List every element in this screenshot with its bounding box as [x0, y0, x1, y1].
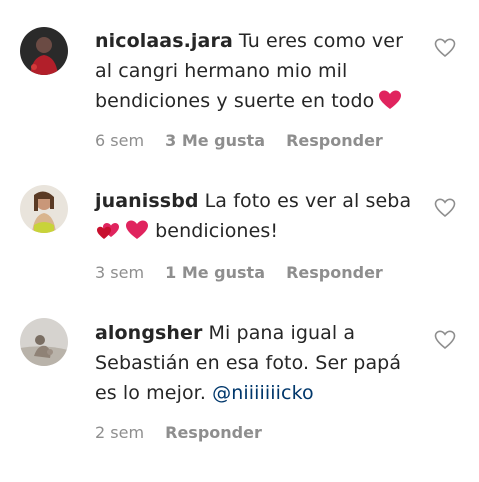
comment-text: nicolaas.jara Tu eres como ver al cangri … [95, 26, 425, 116]
heart-outline-icon[interactable] [434, 198, 456, 218]
comment-username[interactable]: alongsher [95, 322, 203, 344]
heart-outline-icon[interactable] [434, 38, 456, 58]
reply-button[interactable]: Responder [286, 131, 383, 150]
red-heart-emoji-icon [125, 220, 149, 240]
comment-text: alongsher Mi pana igual a Sebastián en es… [95, 318, 425, 408]
comment-body-continued: bendiciones! [155, 220, 279, 242]
two-hearts-emoji-icon [95, 220, 121, 240]
comment-meta: 6 sem 3 Me gusta Responder [95, 131, 399, 150]
comment-text: juanissbd La foto es ver al seba bendicio… [95, 186, 425, 246]
heart-outline-icon[interactable] [434, 330, 456, 350]
comment-body: La foto es ver al seba [204, 190, 412, 212]
reply-button[interactable]: Responder [165, 423, 262, 442]
comment-username[interactable]: juanissbd [95, 190, 199, 212]
comment-meta: 2 sem Responder [95, 423, 278, 442]
comment-meta: 3 sem 1 Me gusta Responder [95, 263, 399, 282]
mention-link[interactable]: @niiiiiiicko [212, 382, 314, 404]
comment-time[interactable]: 2 sem [95, 423, 144, 442]
avatar[interactable] [20, 318, 68, 366]
red-heart-emoji-icon [378, 90, 402, 110]
comment-likes[interactable]: 3 Me gusta [165, 131, 265, 150]
comment-time[interactable]: 6 sem [95, 131, 144, 150]
comment-likes[interactable]: 1 Me gusta [165, 263, 265, 282]
reply-button[interactable]: Responder [286, 263, 383, 282]
avatar[interactable] [20, 27, 68, 75]
comment-time[interactable]: 3 sem [95, 263, 144, 282]
avatar[interactable] [20, 185, 68, 233]
comment-username[interactable]: nicolaas.jara [95, 30, 233, 52]
